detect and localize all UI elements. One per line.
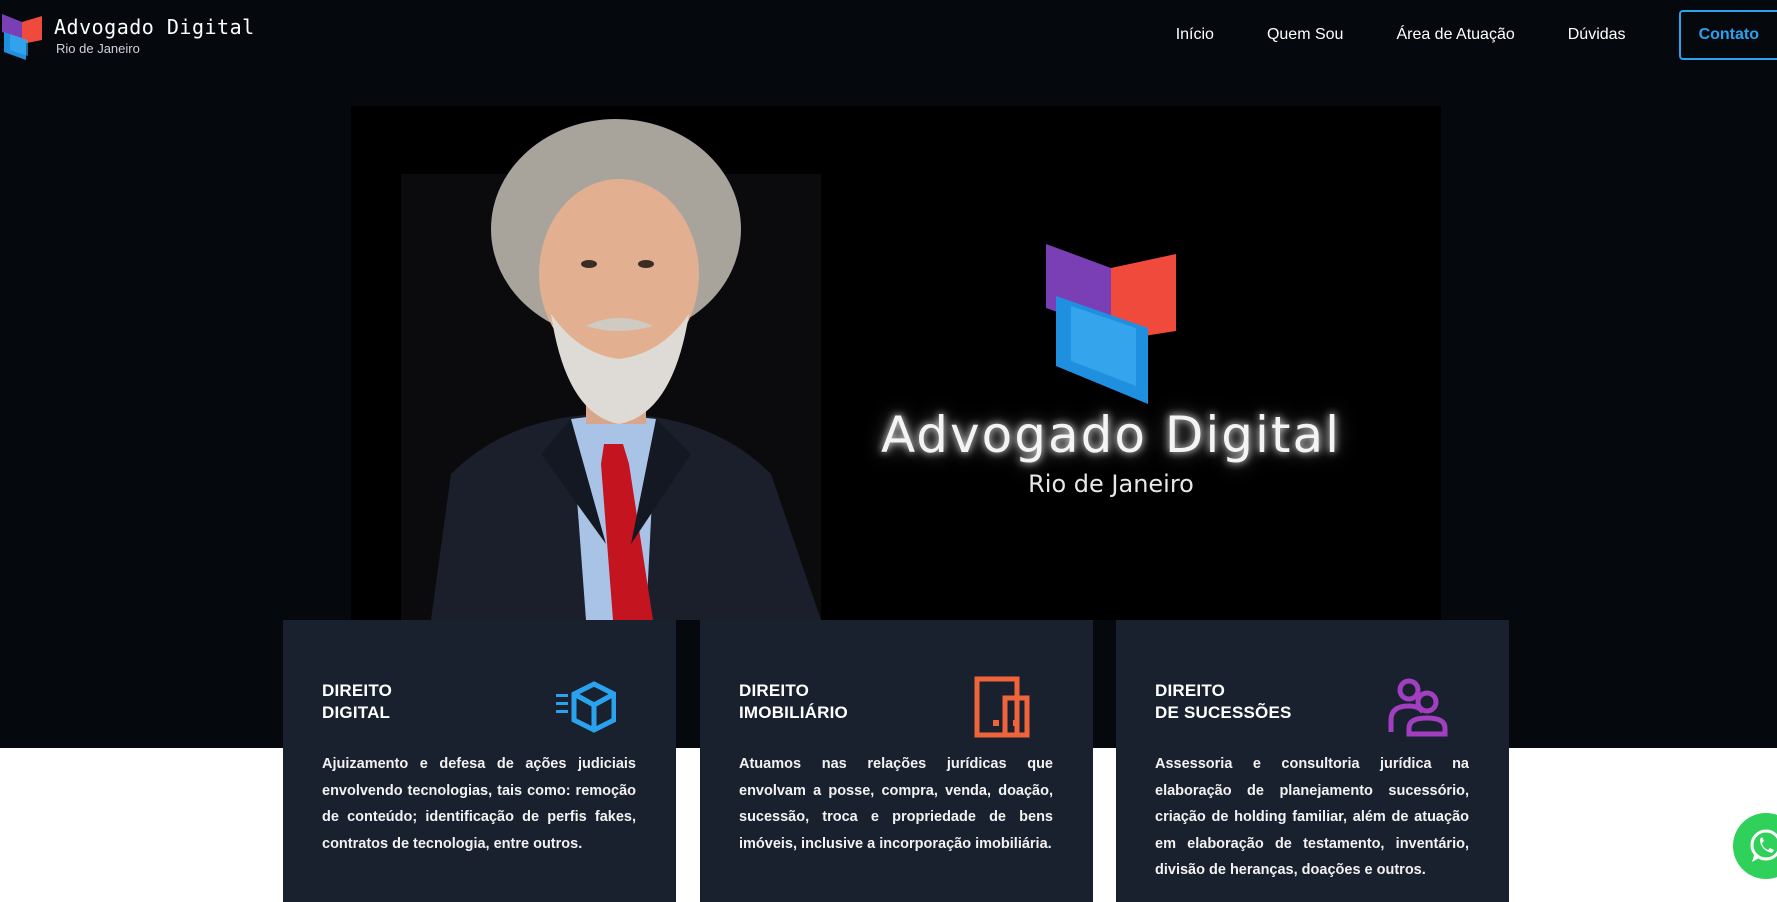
card-description: Ajuizamento e defesa de ações judiciais … bbox=[322, 756, 636, 852]
card-description: Assessoria e consultoria jurídica na ela… bbox=[1155, 756, 1469, 878]
hero-brand-subtitle: Rio de Janeiro bbox=[1028, 470, 1194, 498]
brand-cube-icon bbox=[1046, 244, 1176, 404]
whatsapp-icon bbox=[1750, 829, 1777, 862]
logo-title: Advogado Digital bbox=[54, 15, 255, 39]
nav-area-de-atuacao[interactable]: Área de Atuação bbox=[1396, 26, 1514, 44]
nav-quem-sou[interactable]: Quem Sou bbox=[1267, 26, 1343, 44]
logo-subtitle: Rio de Janeiro bbox=[56, 41, 140, 56]
hero-brand-title: Advogado Digital bbox=[880, 406, 1341, 464]
whatsapp-button[interactable] bbox=[1733, 813, 1777, 879]
main-nav: Início Quem Sou Área de Atuação Dúvidas … bbox=[1176, 10, 1777, 60]
card-direito-digital[interactable]: DIREITO DIGITAL Ajuizamento e defesa de … bbox=[283, 620, 676, 902]
nav-duvidas[interactable]: Dúvidas bbox=[1568, 26, 1626, 44]
card-direito-imobiliario[interactable]: DIREITO IMOBILIÁRIO Atuamos nas relações… bbox=[700, 620, 1093, 902]
cube-icon bbox=[556, 681, 616, 733]
hero-brand: Advogado Digital Rio de Janeiro bbox=[871, 236, 1351, 498]
card-direito-de-sucessoes[interactable]: DIREITO DE SUCESSÕES Assessoria e consul… bbox=[1116, 620, 1509, 902]
hero-banner: Advogado Digital Rio de Janeiro bbox=[351, 106, 1441, 620]
building-icon bbox=[974, 676, 1030, 738]
contato-button[interactable]: Contato bbox=[1678, 10, 1777, 60]
site-logo[interactable]: Advogado Digital Rio de Janeiro bbox=[0, 10, 255, 62]
card-description: Atuamos nas relações jurídicas que envol… bbox=[739, 756, 1053, 852]
users-icon bbox=[1388, 678, 1448, 737]
nav-inicio[interactable]: Início bbox=[1176, 26, 1214, 44]
logo-cube-icon bbox=[2, 14, 42, 60]
lawyer-portrait bbox=[401, 119, 821, 620]
site-header: Advogado Digital Rio de Janeiro Início Q… bbox=[0, 0, 1777, 70]
